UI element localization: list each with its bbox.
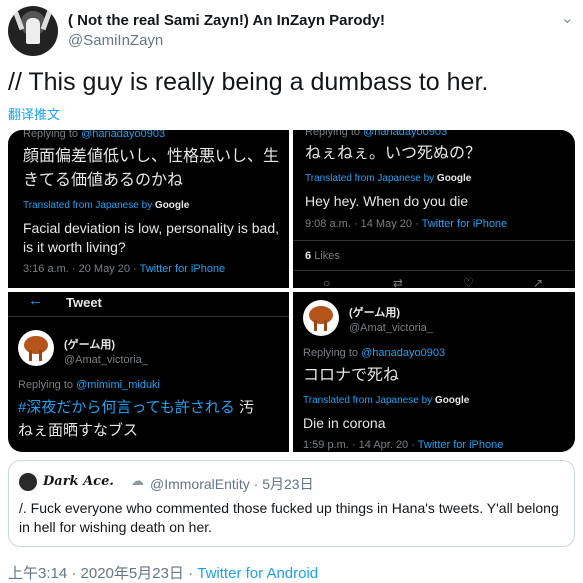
divider xyxy=(8,316,289,317)
reply-line: Replying to @hanadayo0903 xyxy=(303,347,446,359)
translate-tweet-link[interactable]: 翻译推文 xyxy=(8,104,60,123)
client-link[interactable]: Twitter for Android xyxy=(197,565,318,582)
reply-line: Replying to @hanadayo0903 xyxy=(23,130,166,140)
quoted-author-name[interactable]: Dark Ace. xyxy=(43,474,114,489)
quoted-tweet-text: /. Fuck everyone who commented those fuc… xyxy=(19,500,559,535)
tweet-topbar: ← Tweet xyxy=(8,292,289,314)
author-handle[interactable]: @SamiInZayn xyxy=(68,32,163,49)
divider xyxy=(293,270,575,271)
screenshot-panel-4[interactable]: (ゲーム用) @Amat_victoria_ Replying to @hana… xyxy=(293,292,575,452)
japanese-text-line-1: #深夜だから何言っても許される 汚 xyxy=(18,399,255,416)
tweet-meta: 1:59 p.m. · 14 Apr. 20 · Twitter for iPh… xyxy=(303,439,504,451)
tweet-timestamp[interactable]: 上午3:14 · 2020年5月23日 · xyxy=(8,565,193,582)
english-text-line-1: Hey hey. When do you die xyxy=(305,193,469,209)
translated-by-line: Translated from Japanese by Google xyxy=(23,200,190,211)
heart-icon[interactable]: ♡ xyxy=(463,276,474,288)
japanese-text-line-2: ねぇ面晒すなブス xyxy=(18,422,139,439)
tweet-footer: 上午3:14 · 2020年5月23日 · Twitter for Androi… xyxy=(8,562,318,583)
author-display-name[interactable]: ( Not the real Sami Zayn!) An InZayn Par… xyxy=(68,12,385,29)
avatar[interactable] xyxy=(303,300,339,336)
japanese-text-line-1: 顔面偏差値低いし、性格悪いし、生 xyxy=(23,148,280,165)
media-grid[interactable]: Replying to @hanadayo0903 顔面偏差値低いし、性格悪いし… xyxy=(8,130,575,452)
japanese-text-line-1: ねぇねぇ。いつ死ぬの？ xyxy=(305,145,482,162)
divider xyxy=(293,240,575,241)
retweet-icon[interactable]: ⇄ xyxy=(393,276,403,288)
translated-by-line: Translated from Japanese by Google xyxy=(303,395,470,406)
avatar[interactable] xyxy=(18,330,54,366)
reply-icon[interactable]: ○ xyxy=(323,276,330,288)
quoted-author-avatar[interactable] xyxy=(19,473,37,491)
quoted-author-handle-date[interactable]: @ImmoralEntity · 5月23日 xyxy=(150,474,314,494)
likes-count[interactable]: 6 Likes xyxy=(305,250,340,262)
english-text-line-1: Facial deviation is low, personality is … xyxy=(23,220,280,236)
tweet-meta: 3:16 a.m. · 20 May 20 · Twitter for iPho… xyxy=(23,263,226,275)
screenshot-panel-2[interactable]: Replying to @hanadayo0903 ねぇねぇ。いつ死ぬの？ Tr… xyxy=(293,130,575,288)
quoted-tweet[interactable]: Dark Ace. ☁ @ImmoralEntity · 5月23日 /. Fu… xyxy=(8,460,575,547)
chevron-down-icon[interactable]: ⌄ xyxy=(561,8,574,28)
japanese-text-line-2: きてる価値あるのかね xyxy=(23,172,184,189)
tweet-header: ( Not the real Sami Zayn!) An InZayn Par… xyxy=(8,6,578,56)
screenshot-panel-1[interactable]: Replying to @hanadayo0903 顔面偏差値低いし、性格悪いし… xyxy=(8,130,289,288)
profile-name[interactable]: (ゲーム用) xyxy=(349,304,400,320)
hashtag-link[interactable]: #深夜だから何言っても許される xyxy=(18,399,235,416)
reply-line: Replying to @mimimi_miduki xyxy=(18,379,161,391)
tweet-text: // This guy is really being a dumbass to… xyxy=(8,68,489,96)
profile-handle[interactable]: @Amat_victoria_ xyxy=(349,322,433,334)
translated-by-line: Translated from Japanese by Google xyxy=(305,173,472,184)
share-icon[interactable]: ↗ xyxy=(533,276,543,288)
topbar-title: Tweet xyxy=(66,295,102,310)
profile-name[interactable]: (ゲーム用) xyxy=(64,336,115,352)
author-avatar[interactable] xyxy=(8,6,58,56)
profile-handle[interactable]: @Amat_victoria_ xyxy=(64,354,148,366)
english-text-line-1: Die in corona xyxy=(303,415,386,431)
reply-line: Replying to @hanadayo0903 xyxy=(305,130,448,138)
tweet-meta: 9:08 a.m. · 14 May 20 · Twitter for iPho… xyxy=(305,218,508,230)
back-arrow-icon[interactable]: ← xyxy=(28,292,43,309)
japanese-text-line-1: コロナで死ね xyxy=(303,367,400,384)
lightning-cloud-icon: ☁ xyxy=(131,473,144,488)
english-text-line-2: is it worth living? xyxy=(23,239,126,255)
screenshot-panel-3[interactable]: ← Tweet (ゲーム用) @Amat_victoria_ Replying … xyxy=(8,292,289,452)
